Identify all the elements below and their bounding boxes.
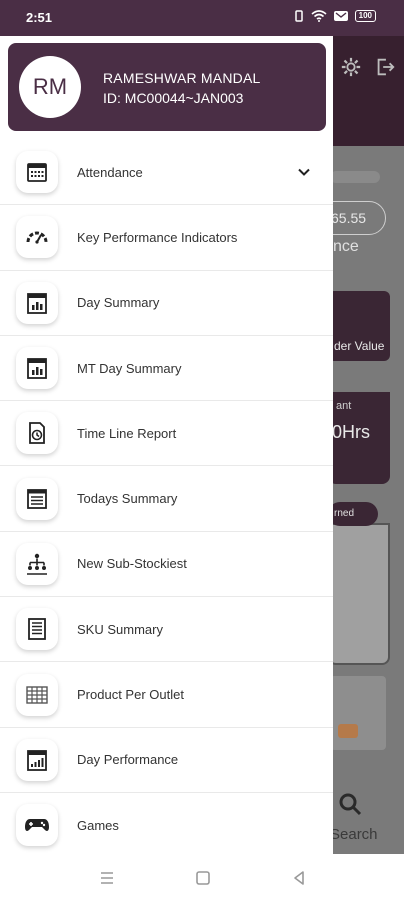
menu-item-label: New Sub-Stockiest <box>77 556 187 572</box>
menu-item-label: Product Per Outlet <box>77 687 184 703</box>
menu-item-day-performance[interactable]: Day Performance <box>0 728 333 793</box>
background-card-value: 0Hrs <box>332 422 371 442</box>
background-badge: rned <box>328 502 378 526</box>
menu-item-label: Key Performance Indicators <box>77 229 238 245</box>
menu-item-label: Day Summary <box>77 295 160 311</box>
menu-item-games[interactable]: Games <box>0 793 333 854</box>
message-icon <box>333 11 348 21</box>
menu-item-label: Attendance <box>77 164 143 180</box>
system-nav-bar <box>0 854 404 900</box>
gear-icon[interactable] <box>340 56 362 78</box>
menu-item-label: Games <box>77 817 119 833</box>
menu-item-sku-summary[interactable]: SKU Summary <box>0 597 333 663</box>
search-tab-label[interactable]: Search <box>330 826 378 843</box>
chevron-down-icon[interactable] <box>297 165 311 179</box>
hierarchy-icon <box>16 542 58 585</box>
menu-item-attendance[interactable]: Attendance <box>0 140 333 206</box>
grid-table-icon <box>16 673 58 716</box>
menu-item-label: Time Line Report <box>77 425 177 441</box>
background-strip <box>330 171 380 183</box>
profile-id: ID: MC00044~JAN003 <box>103 90 244 106</box>
gamepad-icon <box>16 804 58 847</box>
home-nav-icon[interactable] <box>193 868 213 888</box>
battery-indicator: 100 <box>354 10 376 22</box>
background-card-label: ant <box>336 400 352 412</box>
menu-item-label: Day Performance <box>77 752 179 768</box>
logout-icon[interactable] <box>374 56 396 78</box>
vibrate-icon <box>294 10 303 22</box>
avatar: RM <box>19 56 81 118</box>
bar-chart-icon <box>16 738 58 781</box>
menu-item-new-sub-stockiest[interactable]: New Sub-Stockiest <box>0 532 333 598</box>
calendar-icon <box>16 151 58 194</box>
gauge-icon <box>16 216 58 259</box>
menu-item-todays-summary[interactable]: Todays Summary <box>0 466 333 532</box>
menu-item-time-line-report[interactable]: Time Line Report <box>0 401 333 467</box>
background-card: ant 0Hrs <box>328 392 390 484</box>
drawer-menu: Attendance Key Performance Indicators Da… <box>0 140 333 854</box>
status-bar: 2:51 100 <box>0 0 404 36</box>
menu-item-label: MT Day Summary <box>77 360 182 376</box>
chart-calendar-icon <box>16 347 58 390</box>
background-card: der Value <box>328 291 390 361</box>
chart-calendar-icon <box>16 281 58 324</box>
document-clock-icon <box>16 412 58 455</box>
menu-item-label: Todays Summary <box>77 491 178 507</box>
status-icons: 100 <box>294 10 376 22</box>
menu-item-label: SKU Summary <box>77 621 163 637</box>
menu-item-mt-day-summary[interactable]: MT Day Summary <box>0 336 333 402</box>
profile-name: RAMESHWAR MANDAL <box>103 70 261 86</box>
background-panel <box>328 523 390 665</box>
search-icon[interactable] <box>338 792 362 816</box>
menu-nav-icon[interactable] <box>97 868 117 888</box>
back-nav-icon[interactable] <box>289 868 309 888</box>
status-time: 2:51 <box>26 10 53 25</box>
background-pill-caption: nce <box>333 238 359 255</box>
document-icon <box>16 608 58 651</box>
wifi-icon <box>311 10 327 22</box>
list-icon <box>16 477 58 520</box>
profile-header: RM RAMESHWAR MANDAL ID: MC00044~JAN003 <box>8 43 326 131</box>
menu-item-day-summary[interactable]: Day Summary <box>0 271 333 336</box>
menu-item-kpi[interactable]: Key Performance Indicators <box>0 205 333 271</box>
navigation-drawer: RM RAMESHWAR MANDAL ID: MC00044~JAN003 A… <box>0 36 333 854</box>
background-image <box>330 676 386 750</box>
menu-item-product-per-outlet[interactable]: Product Per Outlet <box>0 662 333 728</box>
